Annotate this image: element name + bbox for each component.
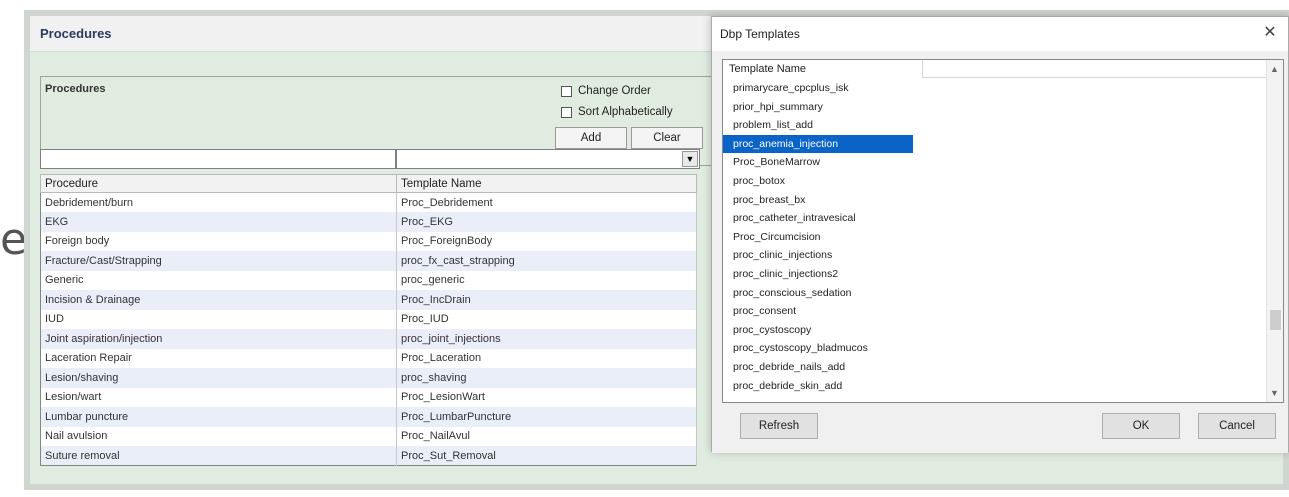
list-item-selected[interactable]: proc_anemia_injection (723, 134, 913, 154)
procedure-cell: Lesion/wart (40, 387, 397, 407)
template-cell: proc_generic (396, 270, 697, 290)
sort-alphabetically-checkbox[interactable] (561, 106, 572, 118)
refresh-button[interactable]: Refresh (740, 413, 818, 439)
change-order-checkbox[interactable] (561, 85, 572, 97)
procedure-cell: Incision & Drainage (40, 290, 397, 310)
list-item[interactable]: proc_catheter_intravesical (723, 209, 1268, 228)
sort-alphabetically-label: Sort Alphabetically (578, 106, 673, 118)
change-order-label: Change Order (578, 85, 651, 97)
list-item[interactable]: proc_debride_skin_add (723, 377, 1268, 396)
list-item[interactable]: proc_clinic_injections (723, 246, 1268, 265)
procedure-cell: Foreign body (40, 231, 397, 251)
table-row[interactable]: Foreign body Proc_ForeignBody (40, 231, 697, 251)
procedures-table-header: Procedure Template Name (40, 174, 697, 193)
template-filter-select[interactable]: ▼ (396, 149, 700, 169)
clear-button[interactable]: Clear (631, 127, 703, 149)
list-item[interactable]: proc_debride_nails_add (723, 358, 1268, 377)
template-list-header: Template Name (723, 60, 1268, 78)
procedure-filter-input[interactable] (40, 149, 396, 169)
table-row[interactable]: Lesion/shaving proc_shaving (40, 368, 697, 388)
sort-alphabetically-checkbox-row[interactable]: Sort Alphabetically (561, 106, 673, 118)
procedure-cell: Lumbar puncture (40, 407, 397, 427)
procedure-cell: Joint aspiration/injection (40, 329, 397, 349)
dbp-templates-dialog: Dbp Templates ✕ Template Name primarycar… (711, 16, 1289, 453)
dialog-body: Template Name primarycare_cpcplus_isk pr… (712, 51, 1288, 453)
list-item[interactable]: Proc_Circumcision (723, 228, 1268, 247)
table-row[interactable]: EKG Proc_EKG (40, 212, 697, 232)
procedure-cell: Debridement/burn (40, 192, 397, 212)
table-row[interactable]: Lesion/wart Proc_LesionWart (40, 387, 697, 407)
scrollbar-thumb[interactable] (1270, 310, 1281, 330)
procedure-cell: Fracture/Cast/Strapping (40, 251, 397, 271)
column-header-template-name[interactable]: Template Name (396, 174, 697, 193)
background-partial-text: e (0, 214, 24, 265)
list-item[interactable]: prior_hpi_summary (723, 98, 1268, 117)
template-cell: proc_fx_cast_strapping (396, 251, 697, 271)
table-row[interactable]: Nail avulsion Proc_NailAvul (40, 426, 697, 446)
list-item[interactable]: Proc_BoneMarrow (723, 153, 1268, 172)
template-cell: Proc_NailAvul (396, 426, 697, 446)
list-item[interactable]: proc_conscious_sedation (723, 284, 1268, 303)
dropdown-arrow-icon[interactable]: ▼ (682, 151, 698, 167)
list-item[interactable]: proc_cystoscopy_bladmucos (723, 339, 1268, 358)
template-cell: Proc_Sut_Removal (396, 446, 697, 466)
template-cell: proc_joint_injections (396, 329, 697, 349)
procedures-group-label: Procedures (45, 83, 106, 95)
procedure-cell: IUD (40, 309, 397, 329)
list-item[interactable]: proc_clinic_injections2 (723, 265, 1268, 284)
close-icon[interactable]: ✕ (1260, 21, 1280, 41)
list-item[interactable]: problem_list_add (723, 116, 1268, 135)
column-header-procedure[interactable]: Procedure (40, 174, 397, 193)
procedure-cell: EKG (40, 212, 397, 232)
chevron-down-icon[interactable]: ▼ (1270, 388, 1279, 398)
template-cell: Proc_ForeignBody (396, 231, 697, 251)
template-cell: Proc_IncDrain (396, 290, 697, 310)
table-row[interactable]: Generic proc_generic (40, 270, 697, 290)
template-cell: Proc_IUD (396, 309, 697, 329)
table-row[interactable]: Laceration Repair Proc_Laceration (40, 348, 697, 368)
list-item[interactable]: proc_botox (723, 172, 1268, 191)
procedure-cell: Laceration Repair (40, 348, 397, 368)
template-cell: proc_shaving (396, 368, 697, 388)
table-row[interactable]: Fracture/Cast/Strapping proc_fx_cast_stra… (40, 251, 697, 271)
table-row[interactable]: Lumbar puncture Proc_LumbarPuncture (40, 407, 697, 427)
template-cell: Proc_EKG (396, 212, 697, 232)
add-button[interactable]: Add (555, 127, 627, 149)
procedure-cell: Lesion/shaving (40, 368, 397, 388)
procedures-table: Procedure Template Name Debridement/burn… (40, 174, 697, 466)
template-rows: primarycare_cpcplus_isk prior_hpi_summar… (723, 79, 1268, 395)
template-listview[interactable]: Template Name primarycare_cpcplus_isk pr… (722, 59, 1284, 403)
table-row[interactable]: Suture removal Proc_Sut_Removal (40, 446, 697, 466)
chevron-up-icon[interactable]: ▲ (1270, 64, 1279, 74)
table-row[interactable]: Incision & Drainage Proc_IncDrain (40, 290, 697, 310)
template-cell: Proc_LumbarPuncture (396, 407, 697, 427)
change-order-checkbox-row[interactable]: Change Order (561, 85, 651, 97)
template-cell: Proc_LesionWart (396, 387, 697, 407)
table-row[interactable]: Joint aspiration/injection proc_joint_inj… (40, 329, 697, 349)
list-item[interactable]: proc_breast_bx (723, 191, 1268, 210)
procedure-cell: Generic (40, 270, 397, 290)
template-cell: Proc_Laceration (396, 348, 697, 368)
list-item[interactable]: proc_consent (723, 302, 1268, 321)
table-row[interactable]: IUD Proc_IUD (40, 309, 697, 329)
procedure-cell: Suture removal (40, 446, 397, 466)
column-header-template-name[interactable]: Template Name (723, 60, 923, 78)
list-item[interactable]: primarycare_cpcplus_isk (723, 79, 1268, 98)
table-row[interactable]: Debridement/burn Proc_Debridement (40, 192, 697, 212)
ok-button[interactable]: OK (1102, 413, 1180, 439)
cancel-button[interactable]: Cancel (1198, 413, 1276, 439)
list-item[interactable]: proc_cystoscopy (723, 321, 1268, 340)
template-cell: Proc_Debridement (396, 192, 697, 212)
dialog-title: Dbp Templates (720, 27, 800, 41)
vertical-scrollbar[interactable]: ▲ ▼ (1266, 60, 1283, 402)
procedure-cell: Nail avulsion (40, 426, 397, 446)
